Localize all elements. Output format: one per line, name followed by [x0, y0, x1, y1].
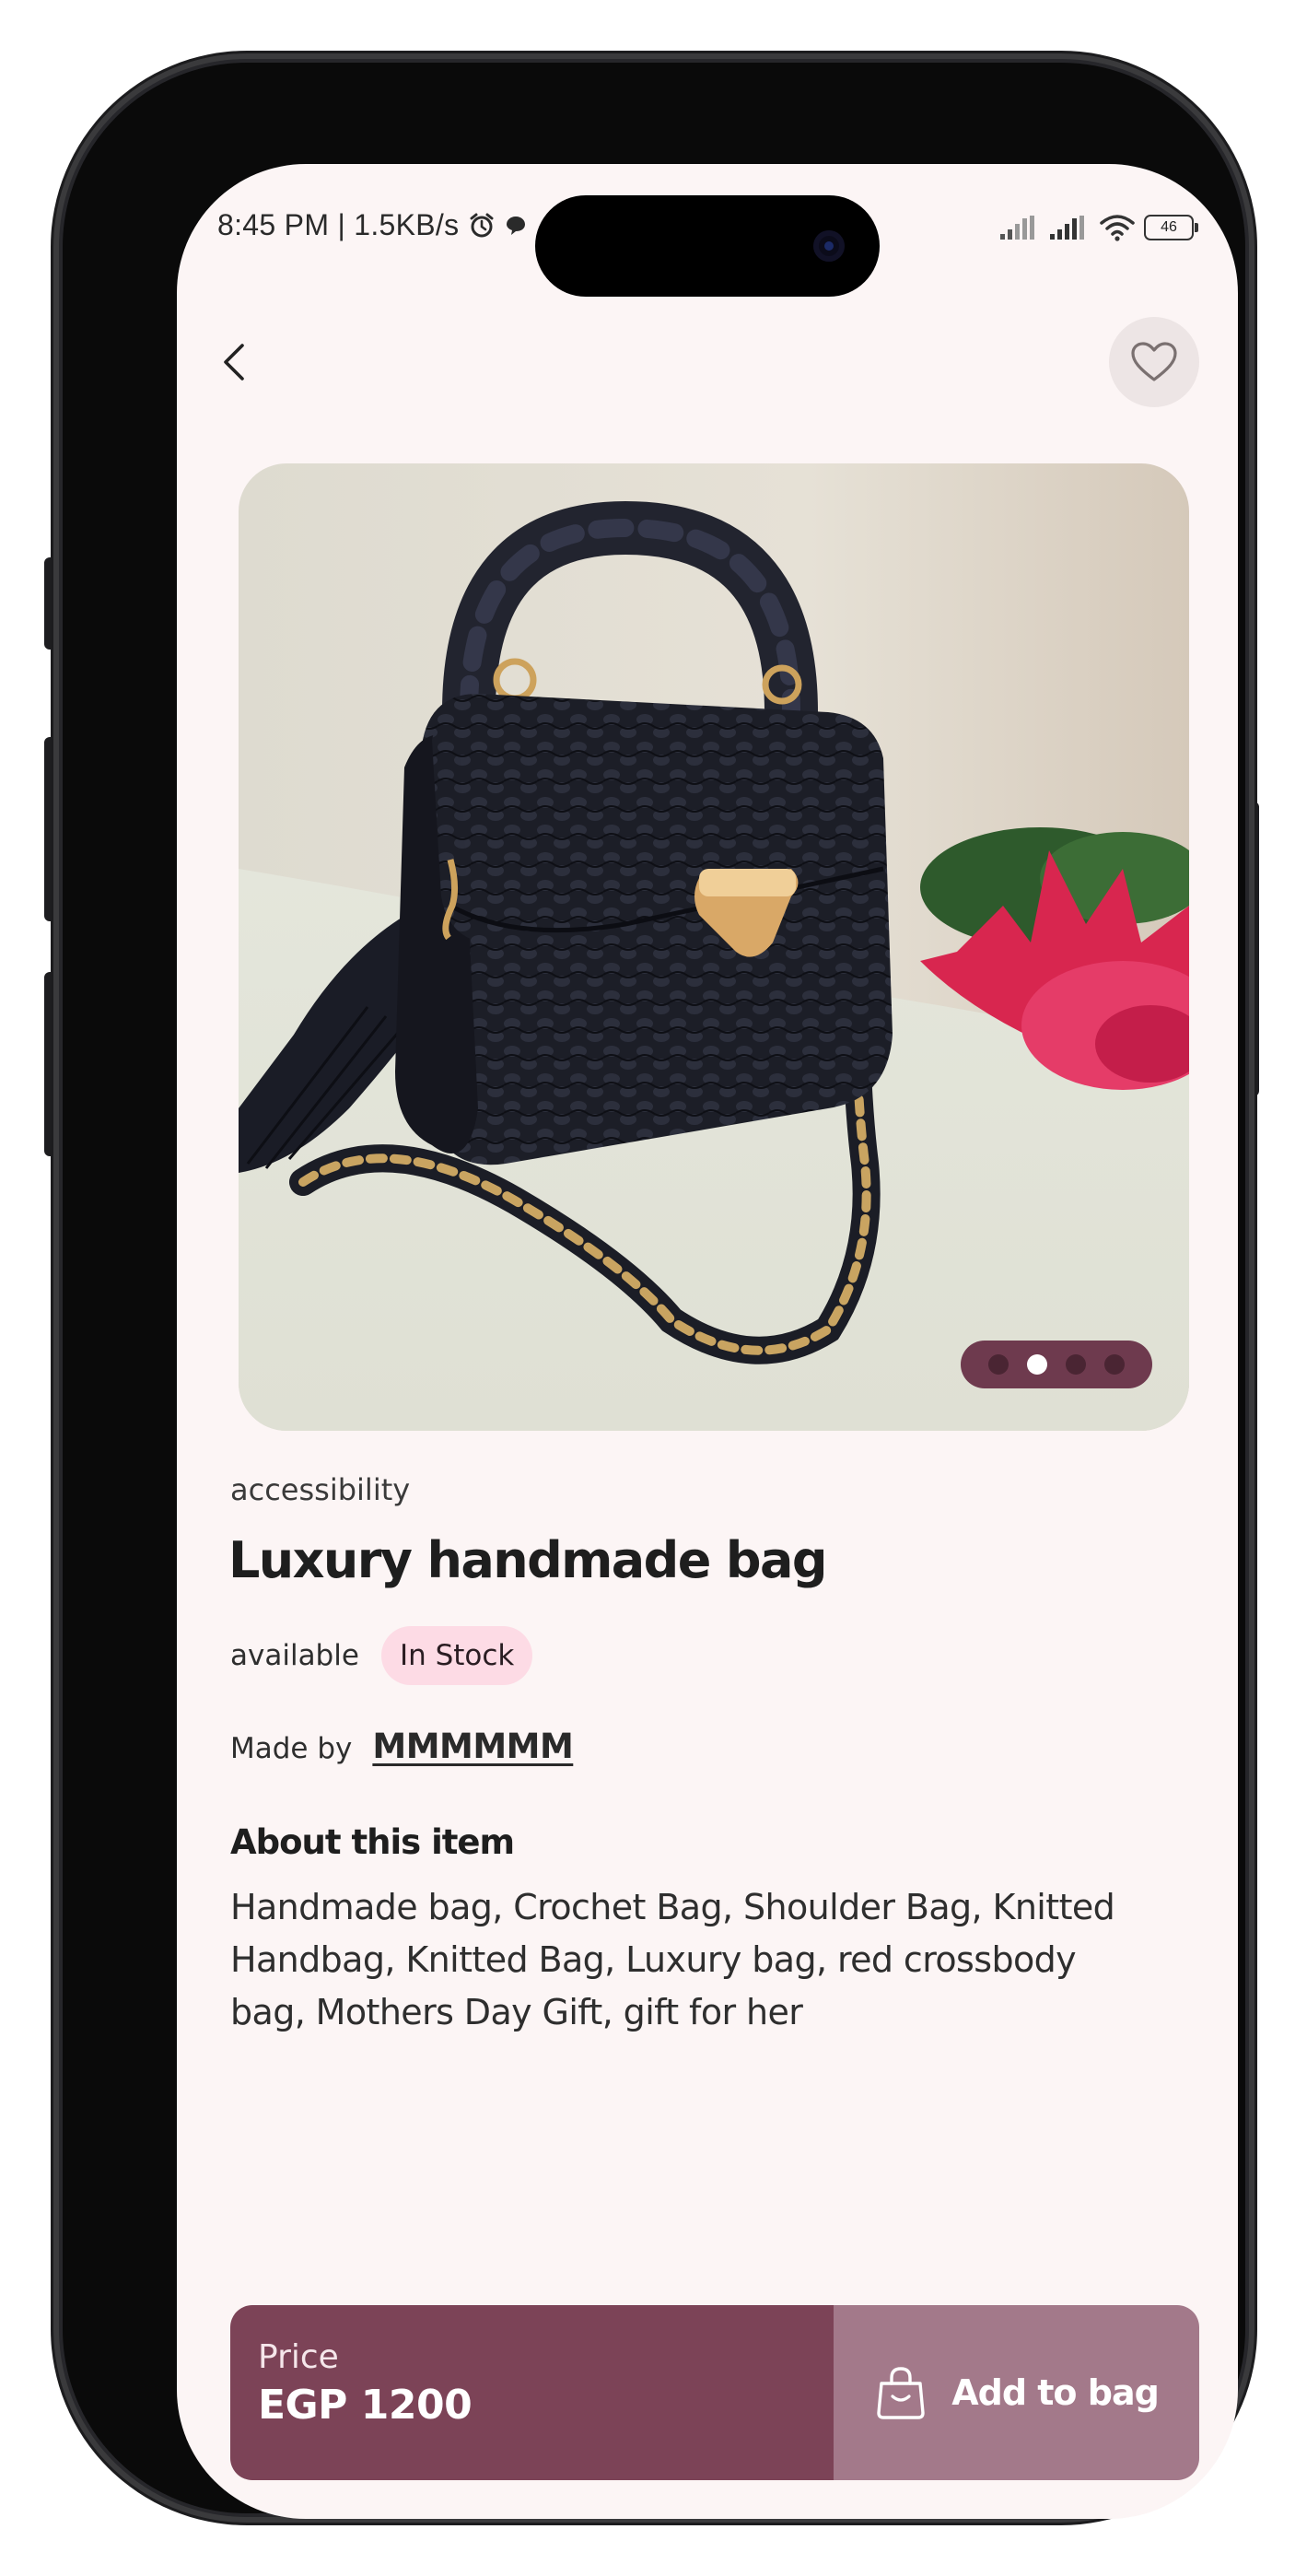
carousel-dot-2[interactable]	[1027, 1354, 1047, 1375]
add-to-bag-button[interactable]: Add to bag	[834, 2305, 1199, 2480]
wifi-icon	[1100, 215, 1135, 241]
product-photo	[239, 463, 1189, 1431]
heart-outline-icon	[1131, 342, 1177, 381]
availability-row: available In Stock	[230, 1626, 533, 1685]
price-label: Price	[258, 2338, 339, 2376]
maker-label: Made by	[230, 1732, 353, 1765]
front-camera	[813, 230, 845, 262]
battery-indicator: 46	[1144, 215, 1198, 240]
stage: 8:45 PM | 1.5KB/s 46 accessibility Luxur…	[0, 0, 1307, 2576]
carousel-indicator	[961, 1341, 1152, 1388]
availability-label: available	[230, 1639, 359, 1672]
phone-frame: 8:45 PM | 1.5KB/s 46 accessibility Luxur…	[53, 53, 1254, 2523]
product-category: accessibility	[230, 1472, 411, 1507]
price-panel: Price EGP 1200	[230, 2305, 834, 2480]
message-bubble-icon	[507, 217, 525, 235]
about-heading: About this item	[230, 1822, 515, 1862]
purchase-bar: Price EGP 1200 Add to bag	[230, 2305, 1199, 2480]
status-time: 8:45 PM | 1.5KB/s	[217, 208, 460, 241]
app-screen: 8:45 PM | 1.5KB/s 46 accessibility Luxur…	[177, 164, 1238, 2519]
price-value: EGP 1200	[258, 2382, 473, 2429]
status-left-icons	[468, 212, 527, 240]
favorite-button[interactable]	[1109, 317, 1199, 407]
product-description: Handmade bag, Crochet Bag, Shoulder Bag,…	[230, 1887, 1115, 2032]
dynamic-island	[535, 195, 880, 297]
back-button[interactable]	[203, 330, 267, 394]
shopping-bag-icon	[877, 2367, 925, 2419]
carousel-dot-4[interactable]	[1104, 1354, 1125, 1375]
product-image[interactable]	[239, 463, 1189, 1431]
carousel-dot-1[interactable]	[988, 1354, 1009, 1375]
add-to-bag-label: Add to bag	[951, 2372, 1160, 2413]
product-title: Luxury handmade bag	[228, 1531, 827, 1589]
stock-status-badge: In Stock	[380, 1626, 533, 1685]
carousel-dot-3[interactable]	[1066, 1354, 1086, 1375]
status-right-icons: 46	[1000, 214, 1198, 241]
alarm-clock-icon	[470, 213, 494, 238]
maker-row: Made by MMMMMM	[230, 1727, 574, 1766]
maker-link[interactable]: MMMMMM	[372, 1727, 573, 1766]
cellular-signal-icon	[1000, 216, 1034, 240]
cellular-signal-2-icon	[1050, 216, 1084, 240]
chevron-left-icon	[224, 344, 244, 381]
